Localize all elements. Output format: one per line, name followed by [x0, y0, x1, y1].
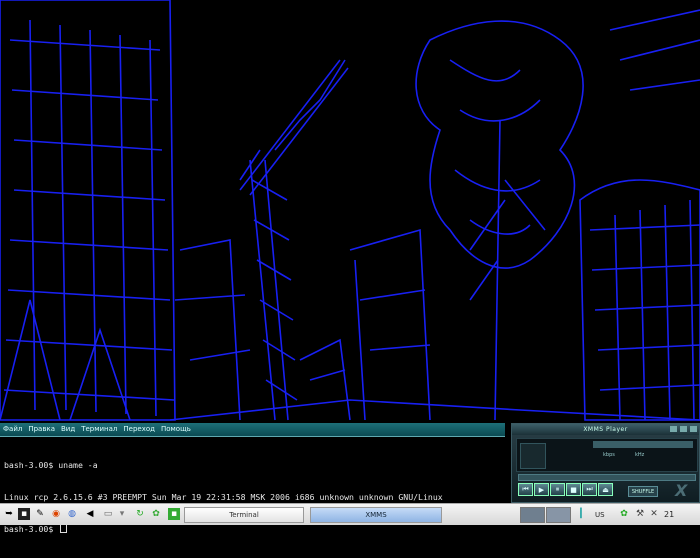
menu-view[interactable]: Вид: [61, 423, 75, 436]
minimize-icon[interactable]: [670, 426, 677, 432]
next-button[interactable]: ⏭: [582, 483, 597, 496]
browser-launcher-icon[interactable]: ◉: [50, 508, 62, 520]
folder-icon[interactable]: ▭: [102, 508, 114, 520]
xmms-title: XMMS Player: [583, 426, 628, 433]
xmms-display: kbps kHz: [516, 438, 698, 472]
xmms-khz-label: kHz: [635, 452, 645, 458]
menu-edit[interactable]: Правка: [28, 423, 55, 436]
menu-help[interactable]: Помощь: [161, 423, 191, 436]
start-menu-icon[interactable]: ➥: [3, 508, 15, 520]
shade-icon[interactable]: [680, 426, 687, 432]
xmms-logo: X: [675, 481, 688, 500]
pager-desktop-1[interactable]: [520, 507, 545, 523]
audio-icon[interactable]: ◀: [84, 508, 96, 520]
taskbar: ➥ ▪ ✎ ◉ ◍ ◀ ▭ ▾ ↻ ✿ ▪ Terminal XMMS ┃ US…: [0, 503, 700, 525]
stop-button[interactable]: ■: [566, 483, 581, 496]
xmms-player-window[interactable]: XMMS Player kbps kHz ⏮ ▶ ⏸ ■ ⏭ ⏏ SHUFFLE…: [511, 423, 700, 503]
xmms-kbps-label: kbps: [603, 452, 615, 458]
terminal-launcher-icon[interactable]: ▪: [18, 508, 30, 520]
clock: 21: [664, 510, 675, 519]
window-icon: ▪: [168, 508, 180, 520]
clover-icon[interactable]: ✿: [150, 508, 162, 520]
keyboard-layout[interactable]: US: [595, 511, 605, 519]
network-icon: ┃: [578, 509, 584, 519]
pager-desktop-2[interactable]: [546, 507, 571, 523]
close-icon[interactable]: ✕: [648, 508, 660, 520]
shuffle-button[interactable]: SHUFFLE: [628, 486, 658, 497]
xmms-seek-bar[interactable]: [518, 474, 696, 481]
menu-file[interactable]: Файл: [3, 423, 22, 436]
tools-icon[interactable]: ⚒: [634, 508, 646, 520]
terminal-menubar: Файл Правка Вид Терминал Переход Помощь: [0, 423, 505, 437]
terminal-window[interactable]: Файл Правка Вид Терминал Переход Помощь …: [0, 423, 505, 534]
terminal-prompt: bash-3.00$: [4, 524, 59, 534]
previous-button[interactable]: ⏮: [518, 483, 533, 496]
clover-tray-icon[interactable]: ✿: [618, 508, 630, 520]
play-button[interactable]: ▶: [534, 483, 549, 496]
task-xmms[interactable]: XMMS: [310, 507, 442, 523]
pause-button[interactable]: ⏸: [550, 483, 565, 496]
terminal-line: bash-3.00$ uname -a: [4, 460, 98, 470]
xmms-controls: ⏮ ▶ ⏸ ■ ⏭ ⏏: [518, 483, 613, 496]
terminal-output[interactable]: bash-3.00$ uname -a Linux rcp 2.6.15.6 #…: [0, 437, 505, 558]
terminal-line: Linux rcp 2.6.15.6 #3 PREEMPT Sun Mar 19…: [4, 491, 443, 502]
chevron-down-icon[interactable]: ▾: [116, 508, 128, 520]
xmms-song-marquee[interactable]: [593, 441, 693, 448]
globe-icon[interactable]: ◍: [66, 508, 78, 520]
editor-launcher-icon[interactable]: ✎: [34, 508, 46, 520]
menu-terminal[interactable]: Терминал: [81, 423, 117, 436]
task-terminal[interactable]: Terminal: [184, 507, 304, 523]
close-icon[interactable]: [690, 426, 697, 432]
eject-button[interactable]: ⏏: [598, 483, 613, 496]
xmms-visualizer[interactable]: [520, 443, 546, 469]
menu-go[interactable]: Переход: [123, 423, 155, 436]
xmms-titlebar[interactable]: XMMS Player: [512, 424, 699, 435]
refresh-icon[interactable]: ↻: [134, 508, 146, 520]
